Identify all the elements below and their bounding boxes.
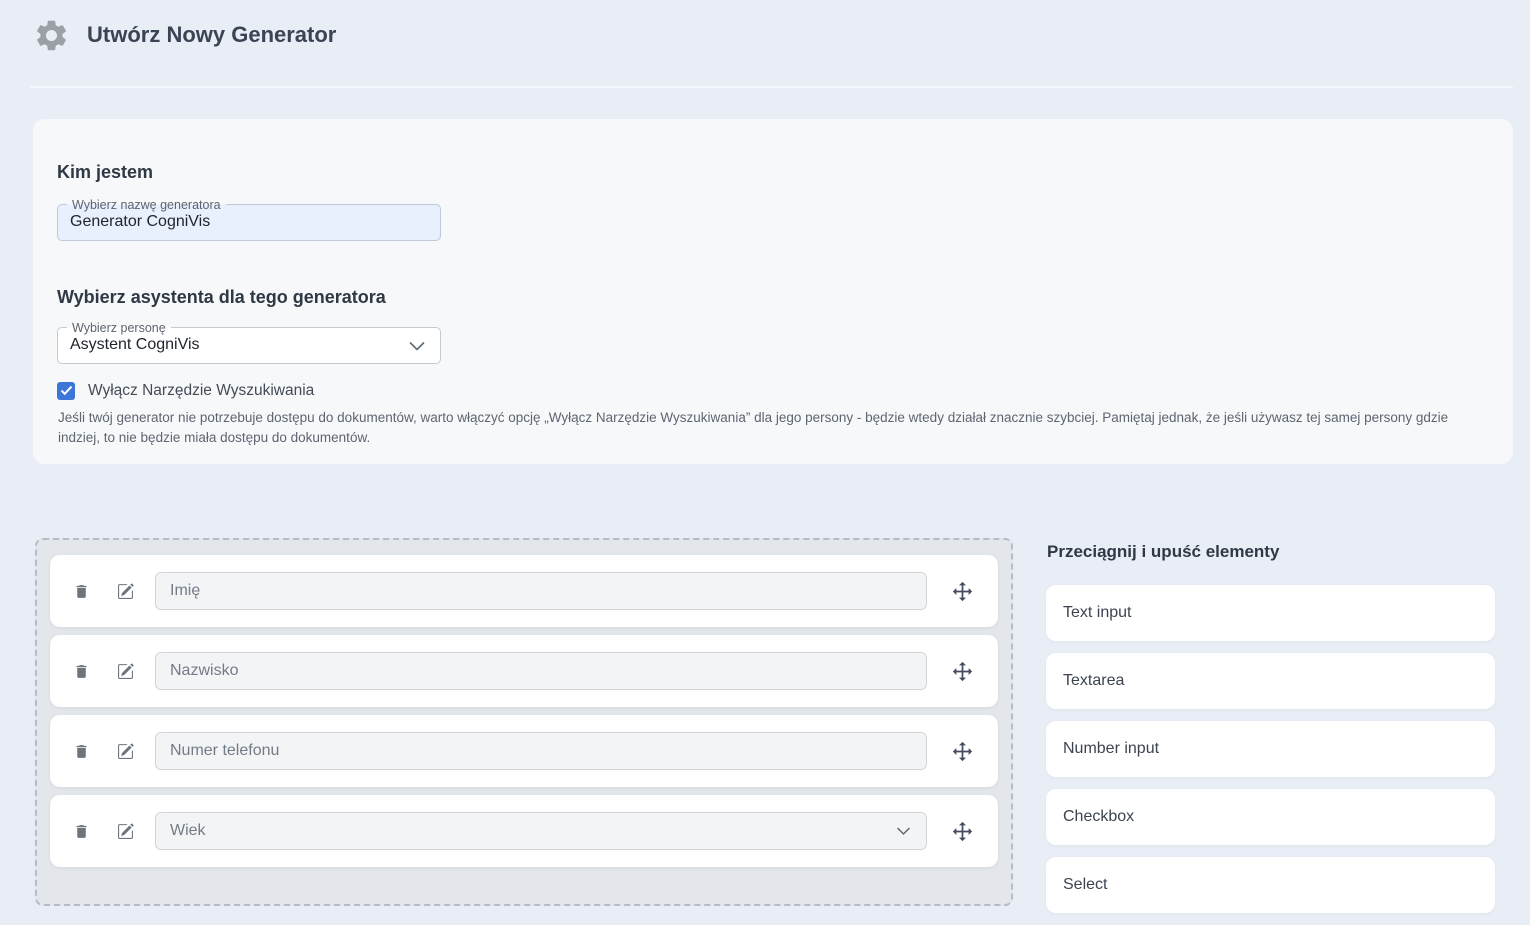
persona-select[interactable]: Wybierz personę Asystent CogniVis [57,327,441,364]
builder-area: Wiek Przeciągnij i upuść elementy Text i… [35,538,1530,925]
chevron-down-icon [895,825,912,837]
palette-item-select[interactable]: Select [1046,857,1495,913]
page-header: Utwórz Nowy Generator [0,0,1530,70]
delete-field-button[interactable] [73,822,90,841]
trash-icon [73,662,90,681]
text-field-preview-input[interactable] [155,572,927,610]
palette-heading: Przeciągnij i upuść elementy [1047,542,1495,562]
palette-item-text-input[interactable]: Text input [1046,585,1495,641]
edit-field-button[interactable] [117,743,134,760]
text-field-preview-input[interactable] [155,652,927,690]
field-preview: Wiek [155,812,927,850]
generator-name-field[interactable]: Wybierz nazwę generatora Generator Cogni… [57,204,441,241]
delete-field-button[interactable] [73,742,90,761]
palette-item-number-input[interactable]: Number input [1046,721,1495,777]
delete-field-button[interactable] [73,662,90,681]
move-icon [952,581,973,602]
select-field-placeholder: Wiek [170,822,206,840]
form-field-row [50,715,998,787]
edit-field-button[interactable] [117,583,134,600]
disable-search-label: Wyłącz Narzędzie Wyszukiwania [88,382,314,400]
move-handle[interactable] [952,741,973,762]
palette-item-textarea[interactable]: Textarea [1046,653,1495,709]
form-field-row [50,635,998,707]
edit-icon [117,663,134,680]
palette-item-checkbox[interactable]: Checkbox [1046,789,1495,845]
field-preview [155,572,927,610]
edit-icon [117,743,134,760]
who-am-i-heading: Kim jestem [57,162,1489,183]
gear-icon [33,17,70,54]
move-handle[interactable] [952,661,973,682]
chevron-down-icon [407,339,427,353]
edit-icon [117,583,134,600]
disable-search-checkbox[interactable] [57,382,75,400]
edit-field-button[interactable] [117,663,134,680]
move-handle[interactable] [952,821,973,842]
edit-field-button[interactable] [117,823,134,840]
move-handle[interactable] [952,581,973,602]
trash-icon [73,582,90,601]
field-preview [155,652,927,690]
form-drop-canvas: Wiek [35,538,1013,906]
form-field-row: Wiek [50,795,998,867]
checkmark-icon [60,385,73,396]
disable-search-help-text: Jeśli twój generator nie potrzebuje dost… [58,408,1483,448]
disable-search-row: Wyłącz Narzędzie Wyszukiwania [57,382,1489,400]
generator-settings-card: Kim jestem Wybierz nazwę generatora Gene… [33,119,1513,464]
element-palette: Przeciągnij i upuść elementy Text input … [1046,538,1495,925]
select-field-preview[interactable]: Wiek [155,812,927,850]
trash-icon [73,742,90,761]
header-divider [30,86,1513,88]
form-field-row [50,555,998,627]
assistant-heading: Wybierz asystenta dla tego generatora [57,287,1489,308]
palette-items: Text input Textarea Number input Checkbo… [1046,585,1495,913]
move-icon [952,741,973,762]
move-icon [952,661,973,682]
persona-select-value: Asystent CogniVis [70,336,200,354]
page-title: Utwórz Nowy Generator [87,22,336,48]
trash-icon [73,822,90,841]
edit-icon [117,823,134,840]
generator-name-label: Wybierz nazwę generatora [67,197,226,213]
generator-name-value: Generator CogniVis [70,213,210,231]
field-preview [155,732,927,770]
delete-field-button[interactable] [73,582,90,601]
text-field-preview-input[interactable] [155,732,927,770]
persona-select-label: Wybierz personę [67,320,171,336]
move-icon [952,821,973,842]
